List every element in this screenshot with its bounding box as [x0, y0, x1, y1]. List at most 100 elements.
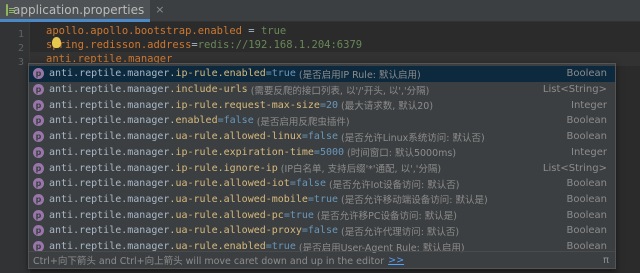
completion-item[interactable]: p anti.reptile.manager.include-urls (需要反爬的…: [29, 82, 615, 98]
line-number: 1: [17, 29, 24, 40]
property-icon: p: [33, 99, 44, 111]
completion-item[interactable]: p anti.reptile.manager.ip-rule.ignore-ip(…: [29, 160, 615, 176]
line-number-gutter: 1 2 3: [0, 22, 30, 273]
completion-item[interactable]: p anti.reptile.manager.ip-rule.enabled =tr…: [29, 66, 615, 82]
completion-item-type: Integer: [571, 99, 607, 111]
completion-item-prefix: anti.reptile.manager: [49, 209, 170, 221]
completion-item-suffix: .ip-rule.expiration-time: [169, 146, 314, 158]
assign-operator: =: [241, 25, 261, 37]
completion-item-type: List<String>: [542, 84, 607, 96]
editor-tab-bar: application.properties ×: [0, 0, 640, 22]
code-line-2[interactable]: spring.redisson.address=redis://192.168.…: [46, 38, 362, 52]
completion-item-prefix: anti.reptile.manager: [49, 115, 170, 127]
property-key: spring.redisson.address: [46, 39, 192, 51]
property-value: true: [260, 25, 287, 37]
completion-item-prefix: anti.reptile.manager: [49, 84, 170, 96]
lightbulb-icon[interactable]: [52, 37, 61, 48]
completion-item-description: (需要反爬的接口列表, 以'/'开头, 以','分隔): [250, 85, 430, 97]
completion-item-prefix: anti.reptile.manager: [49, 146, 170, 158]
completion-item-type: Integer: [571, 146, 607, 158]
property-key: apollo.apollo.bootstrap.enabled: [46, 25, 242, 37]
completion-item-suffix: .ua-rule.allowed-mobile: [169, 193, 308, 205]
footer-more-link[interactable]: >>: [388, 255, 404, 266]
completion-item-name: anti.reptile.manager.ip-rule.enabled: [49, 68, 266, 79]
completion-item-type: Boolean: [566, 115, 608, 127]
completion-item-name: anti.reptile.manager.ip-rule.request-max…: [49, 100, 320, 111]
completion-item[interactable]: p anti.reptile.manager.ua-rule.allowed-pc…: [29, 207, 615, 223]
completion-item-suffix: .ua-rule.allowed-pc: [169, 209, 284, 221]
property-icon: p: [33, 131, 44, 143]
completion-item-description: (是否允许Linux系统访问: 默认否): [341, 132, 485, 144]
completion-item-name: anti.reptile.manager.ua-rule.allowed-lin…: [49, 131, 302, 142]
completion-item-type: Boolean: [566, 209, 608, 221]
completion-item-description: (是否允许代理访问: 默认否): [341, 226, 460, 238]
completion-item-suffix: .ip-rule.ignore-ip: [169, 162, 278, 174]
completion-item-suffix: .ua-rule.allowed-linux: [169, 131, 302, 143]
line-number: 2: [17, 43, 24, 54]
completion-item-type: Boolean: [566, 193, 608, 205]
property-icon: p: [33, 115, 44, 127]
property-value: redis://192.168.1.204:6379: [197, 39, 363, 51]
completion-item[interactable]: p anti.reptile.manager.ua-rule.allowed-mo…: [29, 192, 615, 208]
completion-item-prefix: anti.reptile.manager: [49, 193, 170, 205]
completion-item-suffix: .ip-rule.enabled: [169, 68, 266, 80]
completion-item-prefix: anti.reptile.manager: [49, 68, 170, 80]
completion-item-suffix: .enabled: [169, 115, 218, 127]
completion-item-type: Boolean: [566, 178, 608, 190]
completion-item-suffix: .ip-rule.request-max-size: [169, 99, 320, 111]
completion-item-default: =5000: [313, 146, 345, 158]
completion-item-default: =false: [217, 115, 254, 127]
completion-item-default: =true: [265, 68, 296, 80]
pi-icon[interactable]: π: [603, 255, 609, 266]
completion-item-suffix: .ua-rule.allowed-proxy: [169, 225, 302, 237]
completion-item-name: anti.reptile.manager.include-urls: [49, 84, 248, 95]
tab-label: application.properties: [13, 2, 145, 17]
completion-item[interactable]: p anti.reptile.manager.ip-rule.request-ma…: [29, 97, 615, 113]
completion-item-description: (是否允许Iot设备访问: 默认否): [328, 179, 460, 191]
completion-item-name: anti.reptile.manager.enabled: [49, 115, 218, 126]
completion-item-description: (最大请求数, 默认20): [341, 101, 434, 113]
property-icon: p: [33, 193, 44, 205]
completion-item-default: =true: [307, 193, 339, 205]
property-icon: p: [33, 209, 44, 221]
completion-item-description: (是否启用反爬虫插件): [256, 116, 350, 128]
completion-item[interactable]: p anti.reptile.manager.ip-rule.expiration…: [29, 145, 615, 161]
completion-item-name: anti.reptile.manager.ip-rule.expiration-…: [49, 147, 314, 158]
completion-item-name: anti.reptile.manager.ip-rule.ignore-ip: [49, 163, 278, 174]
completion-item-type: Boolean: [566, 131, 608, 143]
property-icon: p: [33, 84, 44, 96]
close-icon[interactable]: ×: [155, 3, 164, 16]
completion-item-name: anti.reptile.manager.ua-rule.allowed-mob…: [49, 194, 308, 205]
property-icon: p: [33, 178, 44, 190]
property-icon: p: [33, 162, 44, 174]
completion-item-name: anti.reptile.manager.ua-rule.allowed-pro…: [49, 225, 302, 236]
completion-item-prefix: anti.reptile.manager: [49, 178, 170, 190]
completion-item-description: (是否启用IP Rule: 默认启用): [298, 69, 421, 81]
property-icon: p: [33, 146, 44, 158]
code-line-1[interactable]: apollo.apollo.bootstrap.enabled = true: [46, 24, 286, 38]
completion-item-default: =20: [319, 99, 338, 111]
completion-item-description: (是否允许移动端设备访问: 默认是): [341, 195, 488, 207]
completion-item-prefix: anti.reptile.manager: [49, 99, 170, 111]
tab-application-properties[interactable]: application.properties ×: [0, 0, 164, 22]
completion-item-default: =false: [301, 225, 338, 237]
completion-item-description: (时间窗口: 默认5000ms): [347, 148, 457, 160]
completion-item-prefix: anti.reptile.manager: [49, 162, 170, 174]
completion-item-name: anti.reptile.manager.ua-rule.allowed-iot: [49, 178, 290, 189]
completion-item[interactable]: p anti.reptile.manager.ua-rule.allowed-li…: [29, 129, 615, 145]
completion-item[interactable]: p anti.reptile.manager.ua-rule.allowed-io…: [29, 176, 615, 192]
completion-item-suffix: .include-urls: [169, 84, 248, 96]
completion-item-type: List<String>: [542, 162, 607, 174]
completion-item-default: =true: [283, 209, 314, 221]
property-icon: p: [33, 225, 44, 237]
completion-item-default: =false: [301, 131, 338, 143]
completion-item-prefix: anti.reptile.manager: [49, 131, 170, 143]
completion-item-default: =false: [289, 178, 326, 190]
footer-hint: Ctrl+向下箭头 and Ctrl+向上箭头 will move caret …: [33, 256, 385, 267]
line-number: 3: [17, 57, 24, 68]
completion-item-suffix: .ua-rule.allowed-iot: [169, 178, 290, 190]
completion-footer: Ctrl+向下箭头 and Ctrl+向上箭头 will move caret …: [29, 251, 615, 268]
completion-item[interactable]: p anti.reptile.manager.ua-rule.allowed-pr…: [29, 223, 615, 239]
completion-item-type: Boolean: [566, 225, 608, 237]
completion-item[interactable]: p anti.reptile.manager.enabled =false (是否启用…: [29, 113, 615, 129]
